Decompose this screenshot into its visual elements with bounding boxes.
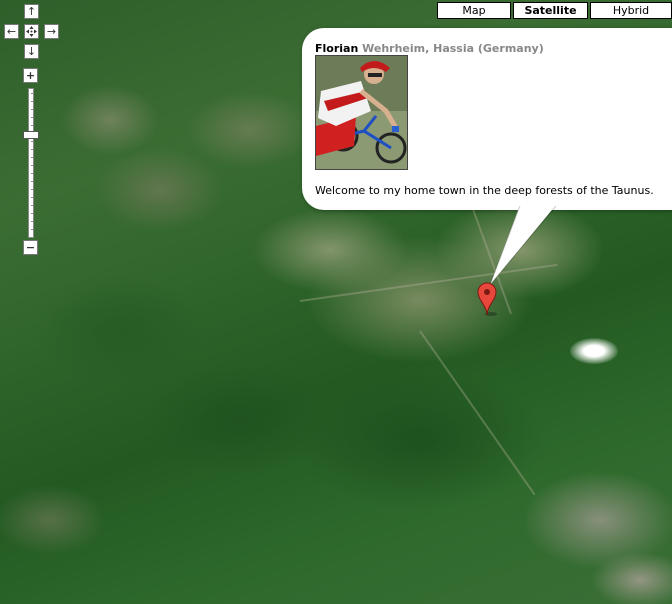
zoom-tick — [31, 213, 33, 214]
cyclist-photo — [315, 55, 408, 170]
pan-center-icon[interactable] — [24, 24, 39, 39]
pan-down-icon[interactable]: ↓ — [24, 44, 39, 59]
map-type-map-button[interactable]: Map — [437, 2, 511, 19]
info-window-title: Florian Wehrheim, Hassia (Germany) — [315, 42, 544, 55]
zoom-tick — [31, 197, 33, 198]
zoom-tick — [31, 189, 33, 190]
cyclist-image — [316, 56, 407, 169]
zoom-tick — [31, 125, 33, 126]
zoom-tick — [31, 101, 33, 102]
zoom-tick — [31, 117, 33, 118]
zoom-tick — [31, 141, 33, 142]
location-marker-icon[interactable] — [476, 282, 498, 316]
zoom-tick — [31, 93, 33, 94]
zoom-tick — [31, 229, 33, 230]
zoom-tick — [31, 109, 33, 110]
zoom-tick — [31, 149, 33, 150]
zoom-tick — [31, 221, 33, 222]
pan-left-icon[interactable]: ← — [4, 24, 19, 39]
zoom-slider-handle[interactable] — [23, 130, 39, 139]
move-icon — [26, 26, 37, 37]
zoom-tick — [31, 173, 33, 174]
road — [299, 263, 558, 302]
zoom-tick — [31, 157, 33, 158]
zoom-tick — [31, 181, 33, 182]
zoom-slider-track[interactable] — [28, 88, 34, 238]
pan-right-icon[interactable]: → — [44, 24, 59, 39]
map-type-hybrid-button[interactable]: Hybrid — [590, 2, 672, 19]
pan-up-icon[interactable]: ↑ — [24, 4, 39, 19]
info-window-description: Welcome to my home town in the deep fore… — [315, 184, 654, 197]
zoom-in-button[interactable]: + — [23, 68, 38, 83]
zoom-tick — [31, 165, 33, 166]
zoom-tick — [31, 205, 33, 206]
user-location: Wehrheim, Hassia (Germany) — [362, 42, 544, 55]
zoom-out-button[interactable]: − — [23, 240, 38, 255]
user-name: Florian — [315, 42, 359, 55]
snow-patch — [570, 338, 618, 364]
road — [419, 330, 536, 496]
map-type-satellite-button[interactable]: Satellite — [513, 2, 588, 19]
